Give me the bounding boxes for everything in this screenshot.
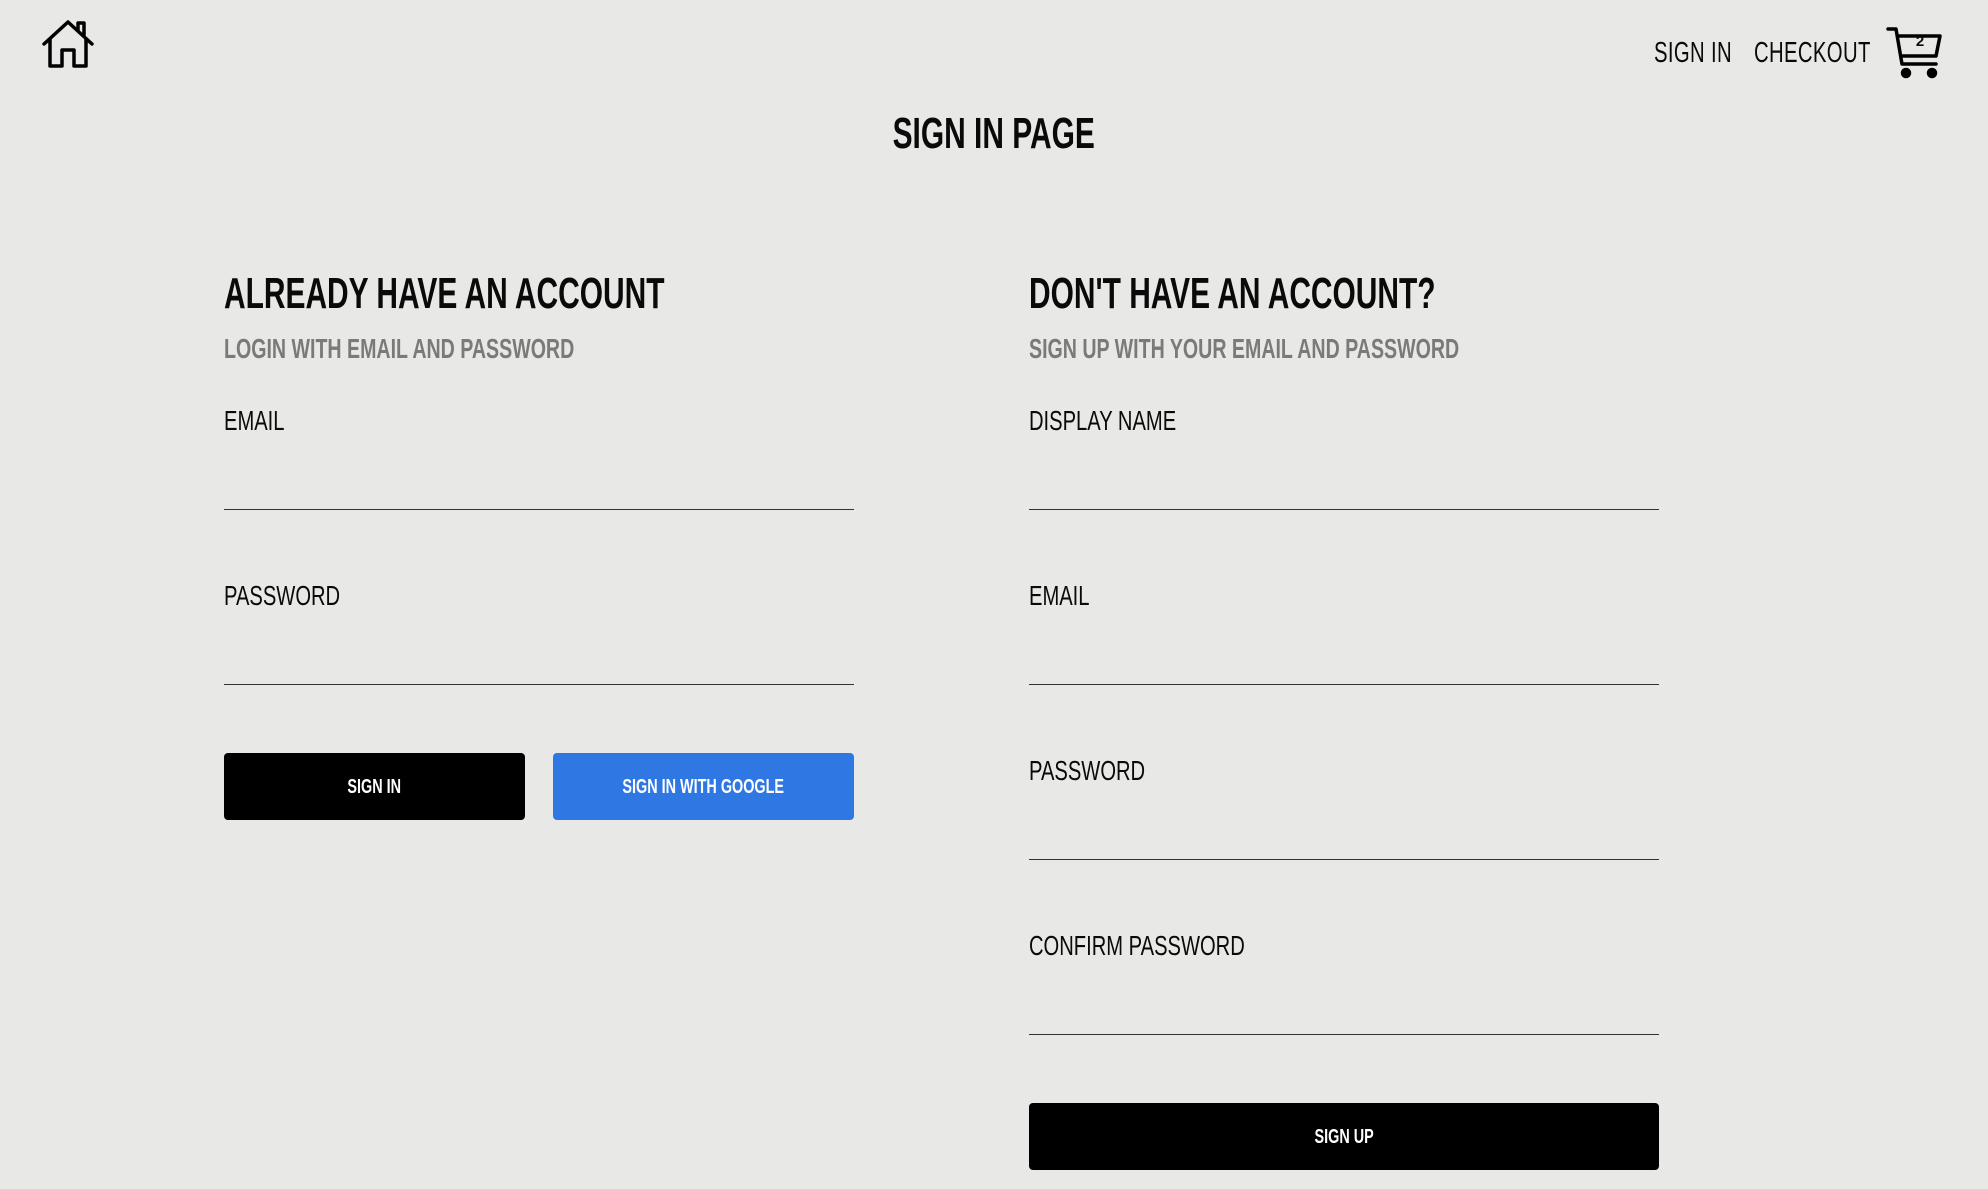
sign-up-email-input[interactable] (1029, 629, 1659, 685)
cart-count-badge: 2 (1915, 33, 1925, 50)
sign-up-form: DON'T HAVE AN ACCOUNT? SIGN UP WITH YOUR… (1029, 269, 1659, 1170)
display-name-input[interactable] (1029, 454, 1659, 510)
sign-in-email-input[interactable] (224, 454, 854, 510)
sign-in-form: ALREADY HAVE AN ACCOUNT LOGIN WITH EMAIL… (224, 269, 854, 820)
sign-up-password-label: PASSWORD (1029, 755, 1146, 786)
home-link[interactable] (40, 18, 96, 70)
sign-up-password-field: PASSWORD (1029, 756, 1659, 886)
page: SIGN IN CHECKOUT 2 SIGN IN PAGE ALREADY … (0, 0, 1988, 1189)
sign-up-button-label: SIGN UP (1314, 1125, 1374, 1148)
cart-button[interactable]: 2 (1886, 24, 1944, 80)
sign-in-button-label: SIGN IN (347, 775, 402, 798)
page-title-text: SIGN IN PAGE (892, 109, 1096, 158)
sign-up-subheading: SIGN UP WITH YOUR EMAIL AND PASSWORD (1029, 333, 1460, 364)
google-sign-in-button[interactable]: SIGN IN WITH GOOGLE (553, 753, 854, 820)
confirm-password-field: CONFIRM PASSWORD (1029, 931, 1659, 1061)
home-icon (42, 20, 94, 68)
page-title: SIGN IN PAGE (0, 110, 1988, 158)
sign-in-heading: ALREADY HAVE AN ACCOUNT (224, 269, 665, 318)
nav-checkout-link[interactable]: CHECKOUT (1754, 38, 1871, 68)
sign-up-email-label: EMAIL (1029, 580, 1090, 611)
sign-in-email-field: EMAIL (224, 406, 854, 536)
display-name-field: DISPLAY NAME (1029, 406, 1659, 536)
google-sign-in-button-label: SIGN IN WITH GOOGLE (622, 775, 785, 798)
sign-in-password-label: PASSWORD (224, 580, 341, 611)
confirm-password-input[interactable] (1029, 979, 1659, 1035)
sign-up-email-field: EMAIL (1029, 581, 1659, 711)
sign-up-password-input[interactable] (1029, 804, 1659, 860)
sign-in-button[interactable]: SIGN IN (224, 753, 525, 820)
nav-sign-in-link[interactable]: SIGN IN (1654, 38, 1732, 68)
confirm-password-label: CONFIRM PASSWORD (1029, 930, 1245, 961)
sign-in-subheading: LOGIN WITH EMAIL AND PASSWORD (224, 333, 575, 364)
sign-up-button[interactable]: SIGN UP (1029, 1103, 1659, 1170)
display-name-label: DISPLAY NAME (1029, 405, 1177, 436)
sign-in-password-field: PASSWORD (224, 581, 854, 711)
sign-in-email-label: EMAIL (224, 405, 285, 436)
sign-up-heading: DON'T HAVE AN ACCOUNT? (1029, 269, 1436, 318)
sign-in-password-input[interactable] (224, 629, 854, 685)
